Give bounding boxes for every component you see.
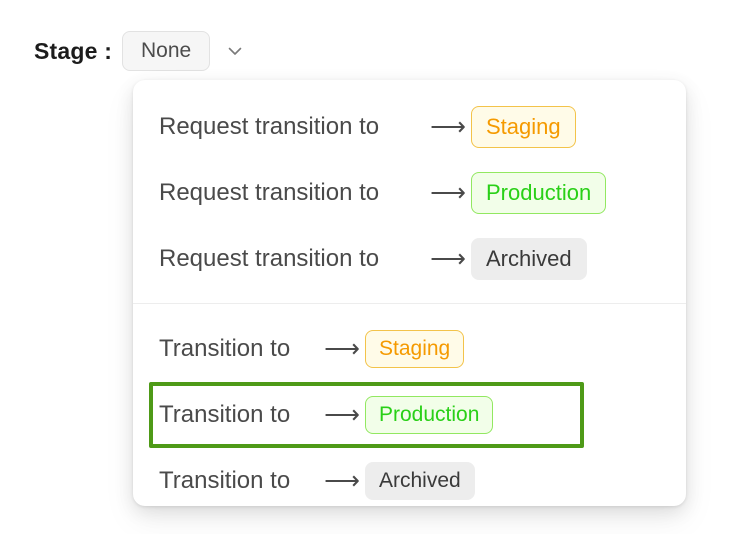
menu-item-label: Transition to xyxy=(159,401,319,429)
stage-badge-production: Production xyxy=(365,396,493,434)
menu-item-transition-production[interactable]: Transition to ⟶ Production xyxy=(133,382,686,448)
arrow-right-icon: ⟶ xyxy=(425,247,471,272)
menu-item-transition-archived[interactable]: Transition to ⟶ Archived xyxy=(133,448,686,514)
menu-item-label: Request transition to xyxy=(159,113,425,141)
stage-select-button[interactable]: None xyxy=(122,31,210,71)
menu-item-request-transition-archived[interactable]: Request transition to ⟶ Archived xyxy=(133,226,686,292)
chevron-down-icon[interactable] xyxy=(224,40,246,62)
stage-dropdown-menu: Request transition to ⟶ Staging Request … xyxy=(133,80,686,506)
menu-item-label: Request transition to xyxy=(159,245,425,273)
stage-badge-archived: Archived xyxy=(365,462,475,500)
stage-select-value: None xyxy=(141,39,191,63)
menu-group-direct-transitions: Transition to ⟶ Staging Transition to ⟶ … xyxy=(133,304,686,514)
menu-item-label: Transition to xyxy=(159,467,319,495)
stage-badge-production: Production xyxy=(471,172,606,214)
arrow-right-icon: ⟶ xyxy=(425,181,471,206)
menu-item-label: Transition to xyxy=(159,335,319,363)
stage-badge-staging: Staging xyxy=(471,106,576,148)
stage-field-row: Stage : None xyxy=(34,31,246,71)
stage-label: Stage : xyxy=(34,38,112,65)
arrow-right-icon: ⟶ xyxy=(319,403,365,428)
arrow-right-icon: ⟶ xyxy=(319,337,365,362)
menu-item-request-transition-staging[interactable]: Request transition to ⟶ Staging xyxy=(133,94,686,160)
arrow-right-icon: ⟶ xyxy=(425,115,471,140)
menu-item-label: Request transition to xyxy=(159,179,425,207)
menu-item-transition-staging[interactable]: Transition to ⟶ Staging xyxy=(133,316,686,382)
menu-group-request-transitions: Request transition to ⟶ Staging Request … xyxy=(133,80,686,292)
stage-badge-staging: Staging xyxy=(365,330,464,368)
menu-item-request-transition-production[interactable]: Request transition to ⟶ Production xyxy=(133,160,686,226)
stage-badge-archived: Archived xyxy=(471,238,587,280)
arrow-right-icon: ⟶ xyxy=(319,469,365,494)
